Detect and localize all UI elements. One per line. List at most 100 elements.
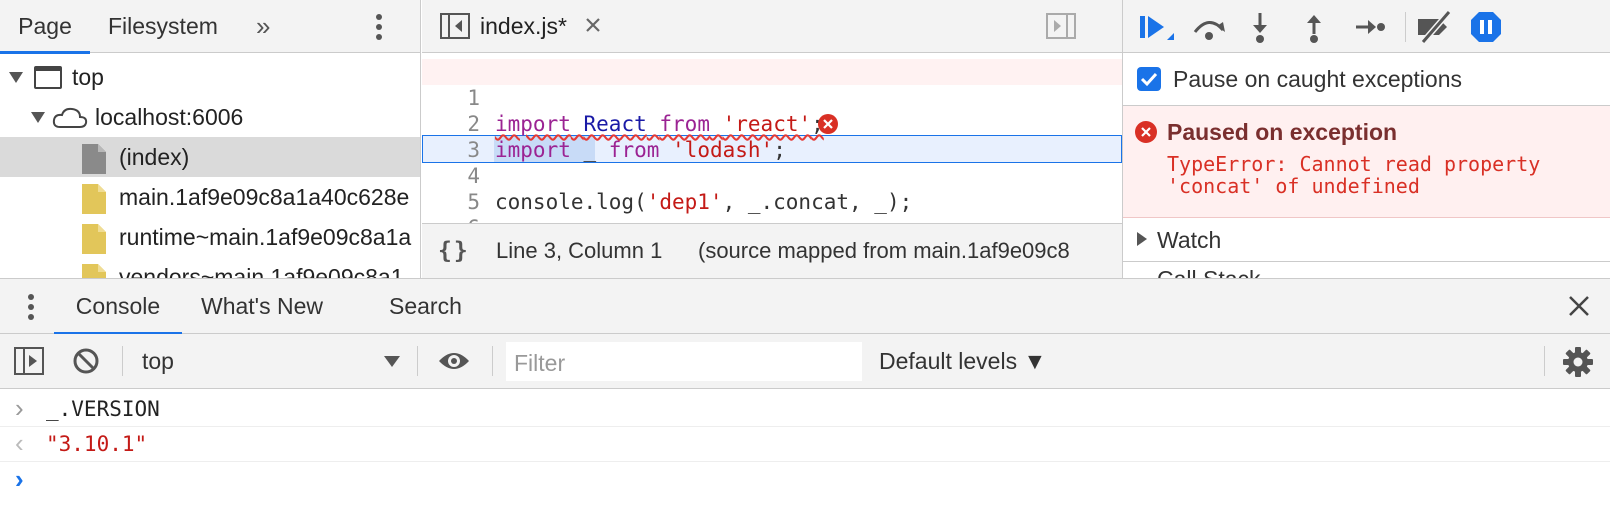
console-message-text: "3.10.1" (46, 432, 148, 456)
tree-item-index[interactable]: (index) (0, 137, 420, 177)
debugger-toolbar (1123, 0, 1610, 53)
tab-filesystem[interactable]: Filesystem (108, 0, 218, 53)
code-line: 7 (422, 215, 1122, 223)
editor-tab-index-js[interactable]: index.js* (480, 0, 567, 53)
code-line: 2 import _ from 'lodash'; (422, 85, 1122, 162)
deactivate-breakpoints-icon[interactable] (1415, 10, 1452, 44)
tree-item-label: (index) (119, 144, 190, 170)
code-line: 3 (422, 111, 1122, 162)
expand-triangle-icon[interactable] (31, 112, 45, 123)
checkbox[interactable] (1137, 67, 1161, 91)
editor-pane: index.js* 1 import React from 'react'; 2 (422, 0, 1122, 278)
pause-on-caught-row[interactable]: Pause on caught exceptions (1123, 53, 1610, 106)
call-stack-section-header[interactable]: Call Stack (1123, 262, 1610, 278)
prompt-chevron-icon: › (15, 393, 24, 423)
code-editor[interactable]: 1 import React from 'react'; 2 import _ … (422, 53, 1122, 223)
file-yellow-icon (82, 184, 106, 214)
section-label: Call Stack (1157, 266, 1261, 278)
cloud-icon (52, 107, 88, 129)
editor-tabbar: index.js* (422, 0, 1122, 53)
tree-item-runtime-bundle[interactable]: runtime~main.1af9e09c8a1a (0, 217, 420, 257)
console-input-message: › _.VERSION (0, 392, 1610, 427)
tree-item-top[interactable]: top (0, 57, 420, 97)
cursor-position: Line 3, Column 1 (496, 238, 663, 263)
resume-icon[interactable] (1137, 10, 1174, 44)
result-chevron-icon: ‹ (15, 428, 24, 458)
close-drawer-icon[interactable] (1566, 293, 1592, 319)
context-label: top (142, 348, 174, 374)
tab-label: What's New (201, 293, 323, 319)
tree-item-label: main.1af9e09c8a1a40c628e (119, 184, 410, 210)
toolbar-separator (1544, 346, 1545, 376)
navigator-pane: Page Filesystem » top localhost:6006 (in… (0, 0, 421, 278)
log-levels-dropdown[interactable]: Default levels ▼ (879, 348, 1046, 375)
exception-message: 'concat' of undefined (1167, 174, 1420, 198)
code-line: 1 import React from 'react'; (422, 59, 1122, 136)
step-over-icon[interactable] (1191, 10, 1225, 44)
tab-console[interactable]: Console (54, 279, 182, 335)
toolbar-separator (492, 346, 493, 376)
toolbar-separator (1405, 12, 1406, 42)
tree-item-label: vendors~main.1af9e09c8a1 (119, 264, 404, 278)
error-icon (1135, 121, 1157, 143)
kebab-menu-icon[interactable] (375, 13, 383, 41)
tab-label: Filesystem (108, 13, 218, 39)
gear-icon[interactable] (1562, 346, 1594, 378)
toggle-debugger-icon[interactable] (1046, 13, 1076, 39)
console-output[interactable]: › _.VERSION ‹ "3.10.1" › (0, 389, 1610, 516)
code-line: 6 const Dep1 = () => <div>Dep 1</div>; (422, 189, 1122, 223)
toggle-sidebar-icon[interactable] (14, 347, 44, 375)
tree-item-main-bundle[interactable]: main.1af9e09c8a1a40c628e (0, 177, 420, 217)
exception-message: TypeError: Cannot read property (1167, 152, 1541, 176)
tab-label: Page (18, 13, 72, 39)
context-selector[interactable]: top (130, 334, 402, 389)
toolbar-separator (417, 346, 418, 376)
dropdown-arrow-icon (384, 356, 400, 367)
tree-item-vendors-bundle[interactable]: vendors~main.1af9e09c8a1 (0, 257, 420, 278)
close-tab-icon[interactable] (585, 17, 601, 33)
tab-whats-new[interactable]: What's New (201, 279, 323, 334)
clear-console-icon[interactable] (72, 347, 100, 375)
frame-icon (34, 66, 62, 89)
toggle-navigator-icon[interactable] (440, 13, 470, 39)
exception-title: Paused on exception (1167, 119, 1398, 145)
toolbar-separator (122, 346, 123, 376)
pretty-print-icon[interactable]: {} (438, 238, 470, 264)
log-levels-label: Default levels ▼ (879, 348, 1047, 374)
chevron-double-icon: » (256, 11, 271, 41)
console-message-text: _.VERSION (46, 397, 160, 421)
checkbox-label: Pause on caught exceptions (1173, 66, 1462, 92)
section-label: Watch (1157, 227, 1222, 253)
tree-item-label: runtime~main.1af9e09c8a1a (119, 224, 412, 250)
source-mapped-link[interactable]: (source mapped from main.1af9e09c8 (698, 238, 1070, 264)
expand-triangle-icon[interactable] (1137, 232, 1147, 246)
filter-placeholder: Filter (514, 350, 566, 376)
step-icon[interactable] (1353, 10, 1387, 44)
console-result-message: ‹ "3.10.1" (0, 427, 1610, 462)
step-out-icon[interactable] (1301, 10, 1335, 44)
code-line: 4 console.log('dep1', _.concat, _); (422, 137, 1122, 214)
paused-on-exception-message: Paused on exception TypeError: Cannot re… (1123, 106, 1610, 218)
drawer-tabbar: Console What's New Search (0, 278, 1610, 335)
pause-on-exceptions-icon[interactable] (1469, 10, 1503, 44)
console-toolbar: top Filter Default levels ▼ (0, 334, 1610, 389)
step-into-icon[interactable] (1247, 10, 1281, 44)
more-tabs-button[interactable]: » (256, 0, 270, 53)
tree-item-label: top (72, 64, 104, 90)
console-prompt[interactable]: › (0, 463, 1610, 498)
tree-item-localhost[interactable]: localhost:6006 (0, 97, 420, 137)
watch-section-header[interactable]: Watch (1123, 218, 1610, 262)
file-gray-icon (82, 144, 106, 174)
filter-input[interactable]: Filter (506, 342, 862, 381)
tree-item-label: localhost:6006 (95, 104, 244, 130)
sources-panel: Page Filesystem » top localhost:6006 (in… (0, 0, 1610, 278)
editor-status-bar: {} Line 3, Column 1 (source mapped from … (422, 223, 1122, 278)
navigator-tabbar: Page Filesystem » (0, 0, 420, 54)
drawer-menu-icon[interactable] (27, 293, 35, 321)
file-yellow-icon (82, 264, 106, 278)
eye-icon[interactable] (437, 348, 471, 374)
expand-triangle-icon[interactable] (9, 72, 23, 83)
debugger-sidebar: Pause on caught exceptions Paused on exc… (1122, 0, 1610, 278)
tab-page[interactable]: Page (0, 0, 90, 54)
tab-search[interactable]: Search (389, 279, 462, 334)
